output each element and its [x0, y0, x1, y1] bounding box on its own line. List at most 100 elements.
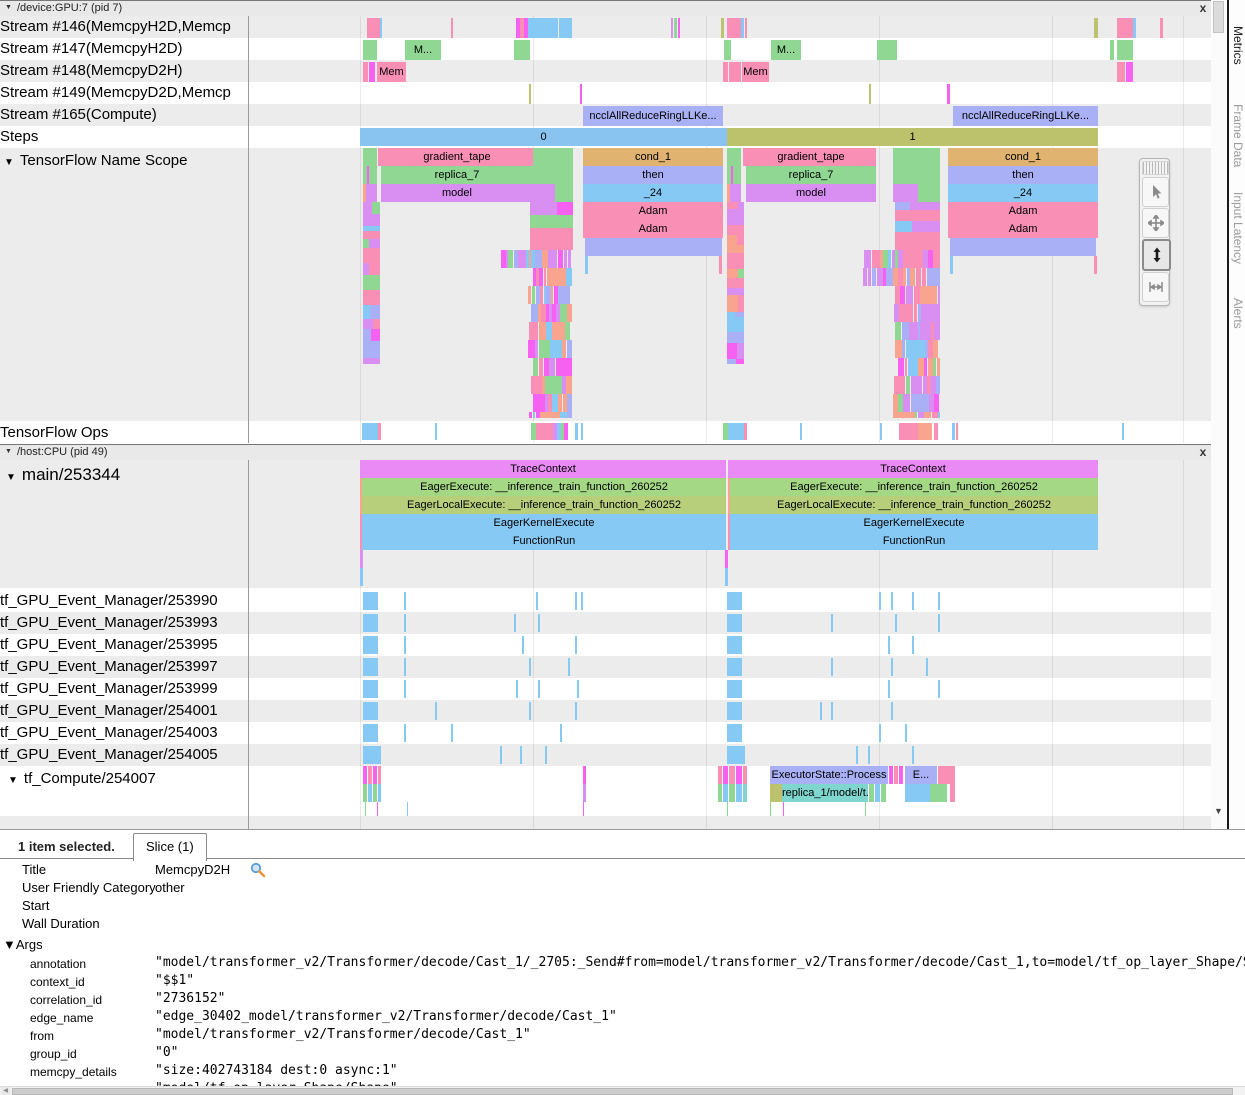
collapse-arrow-icon[interactable]: ▼ — [6, 472, 16, 483]
cpu-collapse-arrow-icon[interactable]: ▼ — [5, 448, 12, 455]
trace-slice-fragment[interactable] — [938, 286, 940, 304]
trace-slice-fragment[interactable] — [514, 614, 516, 632]
vertical-scrollbar-thumb[interactable] — [1213, 1, 1224, 33]
trace-slice-fragment[interactable] — [727, 680, 742, 698]
trace-slice-fragment[interactable] — [1117, 40, 1133, 60]
trace-slice-fragment[interactable] — [377, 802, 378, 816]
trace-slice-fragment[interactable] — [529, 702, 531, 720]
trace-slice-fragment[interactable] — [926, 658, 928, 676]
trace-slice-fragment[interactable] — [539, 358, 543, 376]
tab-slice[interactable]: Slice (1) — [133, 833, 207, 861]
trace-slice-fragment[interactable] — [370, 305, 380, 319]
trace-slice-fragment[interactable] — [893, 148, 940, 166]
trace-slice-fragment[interactable] — [737, 343, 744, 360]
trace-slice-fragment[interactable] — [567, 340, 572, 358]
trace-slice-fragment[interactable] — [902, 340, 906, 358]
trace-slice-fragment[interactable] — [363, 658, 378, 676]
trace-slice-fragment[interactable] — [407, 802, 408, 816]
trace-slice-fragment[interactable] — [550, 340, 557, 358]
trace-slice-fragment[interactable] — [938, 766, 955, 784]
trace-slice-fragment[interactable] — [875, 784, 880, 802]
trace-slice-fragment[interactable] — [404, 614, 406, 632]
trace-slice-fragment[interactable] — [727, 295, 738, 312]
trace-slice[interactable]: EagerExecute: __inference_train_function… — [730, 478, 1098, 496]
trace-slice-fragment[interactable] — [373, 766, 377, 784]
trace-slice-fragment[interactable] — [888, 680, 890, 698]
trace-slice-fragment[interactable] — [535, 250, 542, 268]
trace-slice-fragment[interactable] — [920, 286, 937, 304]
trace-slice-fragment[interactable] — [727, 592, 742, 610]
trace-slice-fragment[interactable] — [727, 658, 742, 676]
trace-slice-fragment[interactable] — [567, 412, 572, 418]
trace-slice-fragment[interactable] — [934, 394, 939, 412]
trace-slice-fragment[interactable] — [743, 784, 747, 802]
trace-slice[interactable]: 0 — [360, 128, 727, 146]
trace-slice-fragment[interactable] — [936, 250, 940, 268]
trace-slice-fragment[interactable] — [893, 166, 940, 184]
trace-slice-fragment[interactable] — [912, 221, 940, 232]
trace-slice-fragment[interactable] — [731, 166, 733, 184]
trace-slice-fragment[interactable] — [363, 166, 377, 184]
trace-slice-fragment[interactable] — [725, 550, 728, 568]
trace-slice[interactable]: ncclAllReduceRingLLKe... — [953, 106, 1098, 126]
trace-slice[interactable]: M... — [405, 40, 441, 60]
trace-slice-fragment[interactable] — [549, 358, 555, 376]
trace-slice-fragment[interactable] — [933, 358, 936, 376]
trace-slice-fragment[interactable] — [551, 250, 557, 268]
trace-slice-fragment[interactable] — [736, 359, 744, 364]
trace-slice-fragment[interactable] — [363, 248, 380, 263]
cpu-timeline[interactable]: ▼main/253344TraceContextTraceContextEage… — [0, 460, 1211, 829]
trace-slice-fragment[interactable] — [729, 62, 741, 82]
trace-slice[interactable]: replica_7 — [746, 166, 876, 184]
trace-slice-fragment[interactable] — [869, 84, 871, 104]
trace-slice[interactable]: 1 — [727, 128, 1098, 146]
trace-slice-fragment[interactable] — [770, 802, 771, 816]
trace-slice-fragment[interactable] — [539, 322, 546, 340]
trace-slice[interactable]: EagerLocalExecute: __inference_train_fun… — [362, 496, 726, 514]
trace-slice-fragment[interactable] — [516, 680, 518, 698]
collapse-arrow-icon[interactable]: ▼ — [4, 157, 14, 168]
trace-slice-fragment[interactable] — [545, 746, 547, 764]
trace-slice-fragment[interactable] — [900, 286, 904, 304]
trace-slice-fragment[interactable] — [529, 84, 531, 104]
trace-slice-fragment[interactable] — [727, 317, 744, 332]
trace-slice-fragment[interactable] — [562, 340, 566, 358]
trace-slice-fragment[interactable] — [1126, 62, 1133, 82]
trace-slice[interactable]: TraceContext — [728, 460, 1098, 478]
trace-slice-fragment[interactable] — [930, 784, 947, 802]
trace-slice-fragment[interactable] — [909, 322, 918, 340]
trace-slice-fragment[interactable] — [899, 766, 903, 784]
trace-slice-fragment[interactable] — [577, 680, 579, 698]
gpu-collapse-arrow-icon[interactable]: ▼ — [5, 4, 12, 11]
gpu-timeline[interactable]: Stream #146(MemcpyH2D,MemcpStream #147(M… — [0, 16, 1211, 443]
trace-slice-fragment[interactable] — [363, 746, 381, 764]
trace-slice-fragment[interactable] — [556, 358, 572, 376]
trace-slice-fragment[interactable] — [912, 636, 914, 654]
trace-slice-fragment[interactable] — [404, 658, 406, 676]
trace-slice-fragment[interactable] — [933, 340, 938, 358]
trace-slice-fragment[interactable] — [557, 202, 573, 215]
trace-slice-fragment[interactable] — [363, 40, 377, 60]
trace-slice-fragment[interactable] — [881, 784, 886, 802]
trace-slice-fragment[interactable] — [363, 592, 378, 610]
trace-slice-fragment[interactable] — [736, 766, 742, 784]
trace-slice-fragment[interactable] — [1117, 18, 1133, 38]
trace-slice-fragment[interactable] — [727, 802, 728, 816]
trace-slice-fragment[interactable] — [533, 394, 545, 412]
trace-slice-fragment[interactable] — [530, 202, 557, 215]
trace-slice-fragment[interactable] — [923, 423, 933, 440]
trace-slice-fragment[interactable] — [906, 376, 910, 394]
trace-slice-fragment[interactable] — [924, 358, 927, 376]
trace-slice-fragment[interactable] — [538, 680, 540, 698]
trace-slice-fragment[interactable] — [435, 423, 437, 440]
trace-slice-fragment[interactable] — [530, 243, 573, 250]
trace-slice-fragment[interactable] — [718, 784, 722, 802]
trace-slice-fragment[interactable] — [522, 636, 524, 654]
trace-slice-fragment[interactable] — [865, 802, 866, 816]
trace-slice-fragment[interactable] — [555, 184, 573, 202]
trace-slice-fragment[interactable] — [363, 358, 380, 364]
trace-slice-fragment[interactable] — [540, 286, 543, 304]
trace-slice-fragment[interactable] — [564, 250, 567, 268]
trace-slice-fragment[interactable] — [536, 423, 553, 440]
trace-slice-fragment[interactable] — [894, 766, 898, 784]
